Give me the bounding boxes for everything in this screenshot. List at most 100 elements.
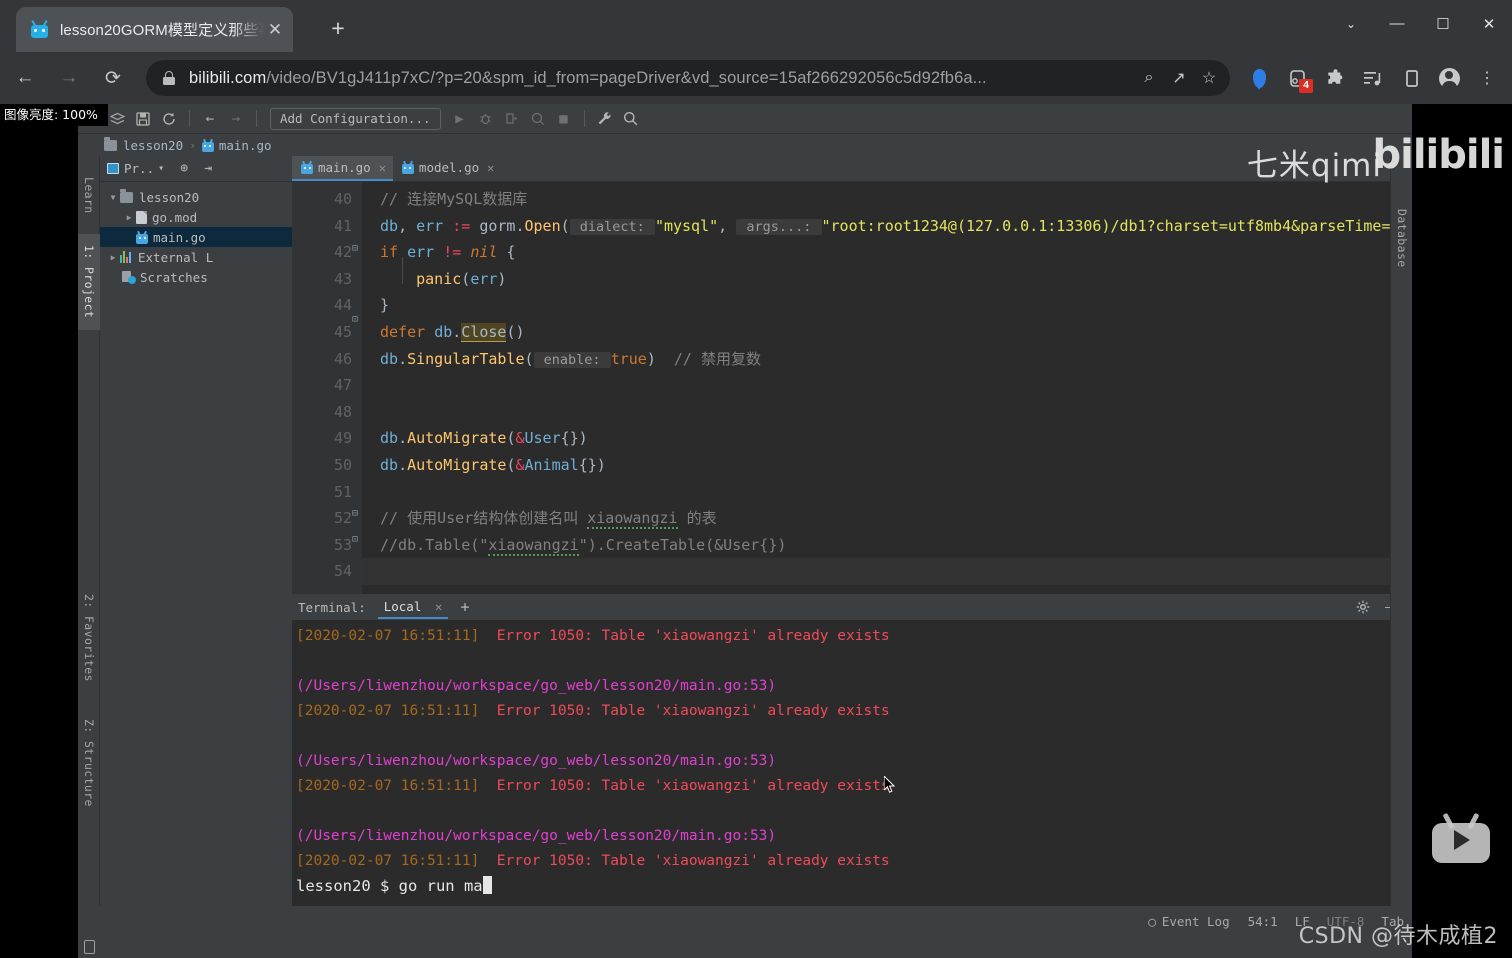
avatar[interactable]	[1430, 59, 1468, 97]
close-icon[interactable]: ✕	[487, 161, 494, 175]
code-line[interactable]: db.AutoMigrate(&Animal{})	[362, 452, 1412, 479]
code-line[interactable]	[362, 558, 1412, 585]
tree-row[interactable]: Scratches	[100, 267, 292, 287]
fold-marker[interactable]: ⊟	[350, 509, 360, 519]
code-line[interactable]: db, err := gorm.Open( dialect: "mysql", …	[362, 213, 1412, 240]
code-line[interactable]: }	[362, 292, 1412, 319]
file-encoding[interactable]: UTF-8	[1327, 914, 1365, 929]
code-line[interactable]: //db.Table("xiaowangzi").CreateTable(&Us…	[362, 532, 1412, 559]
line-separator[interactable]: LF	[1295, 914, 1310, 929]
puzzle-icon[interactable]	[1316, 59, 1354, 97]
code-line[interactable]	[362, 372, 1412, 399]
reload-button[interactable]: ⟳	[94, 59, 132, 97]
settings-wrench-icon[interactable]	[592, 107, 618, 131]
minimize-button[interactable]: —	[1374, 0, 1420, 47]
share-icon[interactable]: ↗	[1164, 63, 1194, 93]
editor-tab-main-go[interactable]: main.go ✕	[292, 156, 393, 181]
caret-position[interactable]: 54:1	[1248, 914, 1278, 929]
back-arrow-icon[interactable]: ←	[197, 107, 223, 131]
close-icon[interactable]: ✕	[265, 21, 285, 38]
code-line[interactable]: // 使用User结构体创建名叫 xiaowangzi 的表	[362, 505, 1412, 532]
tree-row[interactable]: ▶ External L	[100, 247, 292, 267]
chevron-down-icon[interactable]: ▼	[106, 193, 120, 202]
code-token: 的表	[677, 509, 717, 528]
run-configuration-selector[interactable]: Add Configuration...	[270, 107, 441, 130]
code-line[interactable]	[362, 399, 1412, 426]
indent-setting[interactable]: Tab	[1381, 914, 1404, 929]
fold-marker[interactable]: ⊡	[350, 315, 360, 325]
save-icon[interactable]	[130, 107, 156, 131]
rail-item-learn[interactable]: Learn	[78, 162, 100, 228]
event-log-button[interactable]: ◯ Event Log	[1148, 914, 1247, 929]
device-icon[interactable]	[1392, 59, 1430, 97]
device-icon[interactable]	[84, 940, 95, 954]
code-token: (	[560, 216, 570, 235]
profile-button[interactable]	[525, 107, 551, 131]
chevron-down-icon[interactable]: ⌄	[1328, 0, 1374, 47]
debug-button[interactable]	[473, 107, 499, 131]
chevron-right-icon[interactable]: ▶	[106, 253, 120, 262]
code-lines[interactable]: // 连接MySQL数据库 db, err := gorm.Open( diale…	[362, 182, 1412, 620]
back-button[interactable]: ←	[6, 59, 44, 97]
collapse-all-icon[interactable]: ⇥	[196, 158, 220, 180]
gear-icon[interactable]	[1350, 596, 1376, 618]
terminal-prompt-line[interactable]: lesson20 $ go run ma	[296, 874, 1412, 899]
browser-tab[interactable]: lesson20GORM模型定义那些事 ✕	[16, 7, 293, 52]
chevron-right-icon[interactable]: ▶	[122, 213, 136, 222]
search-everywhere-icon[interactable]	[618, 107, 644, 131]
search-icon[interactable]: ⌕	[1134, 63, 1164, 93]
code-line[interactable]	[362, 479, 1412, 506]
location-pin-icon[interactable]	[1240, 59, 1278, 97]
run-button[interactable]: ▶	[447, 107, 473, 131]
maximize-button[interactable]: ☐	[1420, 0, 1466, 47]
add-terminal-button[interactable]: +	[460, 598, 469, 616]
sidebar-item-project[interactable]: 1: Project	[78, 234, 100, 330]
project-panel-title[interactable]: Pr.. ▾	[107, 161, 164, 176]
stop-button[interactable]: ■	[551, 107, 577, 131]
sync-icon[interactable]	[156, 107, 182, 131]
sidebar-item-favorites[interactable]: 2: Favorites	[78, 580, 100, 696]
editor-tab-bar: main.go ✕ model.go ✕	[292, 156, 1412, 182]
new-tab-button[interactable]: +	[322, 14, 354, 44]
editor-tab-model-go[interactable]: model.go ✕	[393, 156, 501, 181]
breadcrumb-folder[interactable]: lesson20	[104, 136, 183, 153]
code-editor[interactable]: 40 41 42 43 44 45 46 47 48 49 50 51 52 53 54 ⊟ ⊡ ⊟ ⊡ /…	[292, 182, 1412, 620]
forward-arrow-icon[interactable]: →	[223, 107, 249, 131]
terminal-tab-local[interactable]: Local ✕	[377, 595, 449, 619]
code-line[interactable]: // 连接MySQL数据库	[362, 186, 1412, 213]
extension-badge-icon[interactable]: 4	[1278, 59, 1316, 97]
fold-marker[interactable]: ⊡	[350, 535, 360, 545]
line-number: 43	[333, 269, 352, 288]
url-text: bilibili.com/video/BV1gJ411p7xC/?p=20&sp…	[189, 69, 1134, 88]
close-window-button[interactable]: ✕	[1466, 0, 1512, 47]
menu-icon[interactable]: ⋮	[1468, 59, 1506, 97]
line-number: 49	[333, 429, 352, 448]
forward-button[interactable]: →	[50, 59, 88, 97]
code-line[interactable]: db.SingularTable( enable: true) // 禁用复数	[362, 346, 1412, 373]
chevron-down-icon[interactable]: ▾	[158, 163, 164, 174]
tree-row[interactable]: ▶ go.mod	[100, 207, 292, 227]
sidebar-item-structure[interactable]: Z: Structure	[78, 704, 100, 822]
fold-marker[interactable]: ⊟	[350, 244, 360, 254]
code-line[interactable]: if err != nil {	[362, 239, 1412, 266]
locate-file-icon[interactable]: ⊕	[172, 158, 196, 180]
run-with-coverage-button[interactable]	[499, 107, 525, 131]
address-bar[interactable]: bilibili.com/video/BV1gJ411p7xC/?p=20&sp…	[146, 60, 1230, 96]
close-icon[interactable]: ✕	[435, 599, 443, 614]
reading-list-icon[interactable]	[1354, 59, 1392, 97]
tree-row[interactable]: main.go	[100, 227, 292, 247]
sidebar-item-database[interactable]: Database	[1391, 196, 1413, 280]
code-line[interactable]: defer db.Close()	[362, 319, 1412, 346]
terminal-output[interactable]: [2020-02-07 16:51:11] Error 1050: Table …	[292, 620, 1412, 930]
code-folding-column[interactable]: ⊟ ⊡ ⊟ ⊡	[348, 182, 362, 620]
tree-row[interactable]: ▼ lesson20	[100, 187, 292, 207]
breadcrumb-file[interactable]: main.go	[201, 138, 272, 153]
code-line[interactable]: db.AutoMigrate(&User{})	[362, 425, 1412, 452]
bookmark-star-icon[interactable]: ☆	[1194, 63, 1224, 93]
code-line[interactable]: panic(err)	[362, 266, 1412, 293]
close-icon[interactable]: ✕	[379, 161, 386, 175]
event-log-icon: ◯	[1148, 913, 1156, 929]
code-token: SingularTable	[407, 349, 525, 368]
